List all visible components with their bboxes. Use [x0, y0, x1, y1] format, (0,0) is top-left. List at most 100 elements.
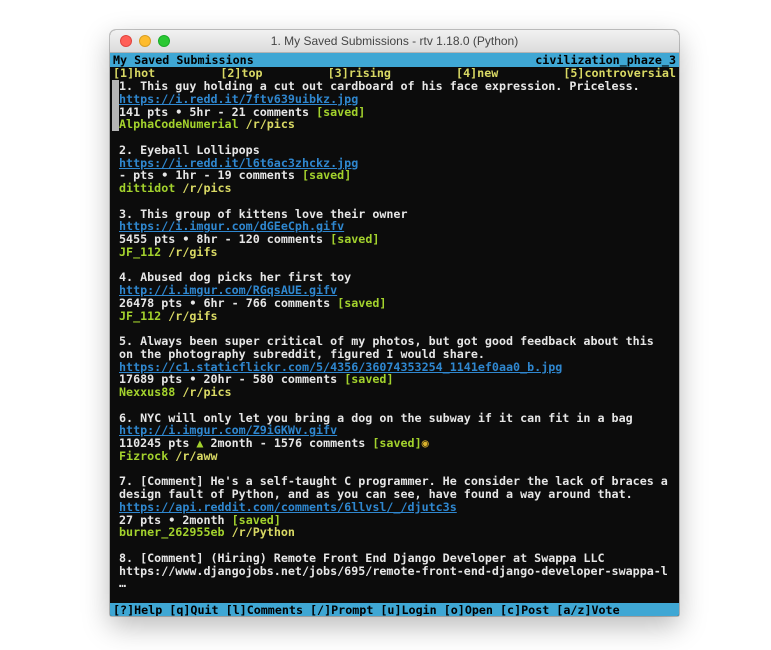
saved-badge: [saved]	[372, 437, 421, 450]
bullet-icon: •	[182, 233, 189, 246]
gutter	[112, 182, 119, 195]
post-title[interactable]: design fault of Python, and as you can s…	[119, 488, 633, 501]
post-subreddit[interactable]: /r/Python	[225, 526, 295, 539]
post-subreddit[interactable]: /r/aww	[168, 450, 217, 463]
gutter	[112, 373, 119, 386]
post-title-row: …	[112, 577, 679, 590]
post-title[interactable]: 1. This guy holding a cut out cardboard …	[119, 80, 640, 93]
gutter	[112, 424, 119, 437]
post-url-link[interactable]: https://i.redd.it/7ftv639uibkz.jpg	[119, 93, 358, 106]
gutter	[112, 220, 119, 233]
post-comments[interactable]: - 1576 comments	[253, 437, 366, 450]
post-url-row: https://i.redd.it/7ftv639uibkz.jpg	[112, 93, 679, 106]
page-title: My Saved Submissions	[113, 53, 254, 67]
post-author[interactable]: burner_262955eb	[119, 526, 225, 539]
post-comments[interactable]: - 766 comments	[225, 297, 331, 310]
gutter	[112, 246, 119, 259]
post-subreddit[interactable]: /r/pics	[175, 182, 231, 195]
post-author-row: burner_262955eb /r/Python	[112, 526, 679, 539]
post-url-link[interactable]: http://i.imgur.com/RGqsAUE.gifv	[119, 284, 337, 297]
post-stats-row: 26478 pts • 6hr - 766 comments [saved]	[112, 297, 679, 310]
post-points: 26478 pts	[119, 297, 189, 310]
gutter	[112, 361, 119, 374]
spacer	[323, 233, 330, 246]
post-title[interactable]: https://www.djangojobs.net/jobs/695/remo…	[119, 565, 668, 578]
saved-badge: [saved]	[330, 233, 379, 246]
post-title-row: 2. Eyeball Lollipops	[112, 144, 679, 157]
gutter	[112, 157, 119, 170]
selection-cursor	[112, 118, 119, 131]
terminal-window: 1. My Saved Submissions - rtv 1.18.0 (Py…	[110, 30, 679, 616]
selection-cursor	[112, 93, 119, 106]
post-title[interactable]: 5. Always been super critical of my phot…	[119, 335, 654, 348]
header-bar: My Saved Submissions civilization_phaze_…	[110, 53, 679, 67]
saved-badge: [saved]	[337, 297, 386, 310]
traffic-lights	[120, 30, 170, 52]
logged-in-username: civilization_phaze_3	[535, 53, 676, 67]
gutter	[112, 577, 119, 590]
saved-badge: [saved]	[302, 169, 351, 182]
post-url-link[interactable]: https://api.reddit.com/comments/6llvsl/_…	[119, 501, 457, 514]
post-author[interactable]: Fizrock	[119, 450, 168, 463]
gutter	[112, 144, 119, 157]
spacer	[309, 106, 316, 119]
post-age: 6hr	[196, 297, 224, 310]
status-bar: [?]Help [q]Quit [l]Comments [/]Prompt [u…	[110, 603, 679, 616]
gutter	[112, 271, 119, 284]
gutter	[112, 310, 119, 323]
gutter	[112, 297, 119, 310]
post-comments[interactable]: - 580 comments	[232, 373, 338, 386]
post-author[interactable]: AlphaCodeNumerial	[119, 118, 239, 131]
spacer	[295, 169, 302, 182]
post-title[interactable]: 2. Eyeball Lollipops	[119, 144, 260, 157]
post-author[interactable]: JF_112	[119, 310, 161, 323]
post-author-row: Nexxus88 /r/pics	[112, 386, 679, 399]
post-title[interactable]: 8. [Comment] (Hiring) Remote Front End D…	[119, 552, 605, 565]
post-subreddit[interactable]: /r/pics	[175, 386, 231, 399]
window-title: 1. My Saved Submissions - rtv 1.18.0 (Py…	[271, 34, 518, 48]
post-title-row: design fault of Python, and as you can s…	[112, 488, 679, 501]
post-title-row: 5. Always been super critical of my phot…	[112, 335, 679, 348]
post-subreddit[interactable]: /r/gifs	[161, 310, 217, 323]
post-item: 7. [Comment] He's a self-taught C progra…	[112, 475, 679, 539]
post-list: 1. This guy holding a cut out cardboard …	[110, 80, 679, 590]
post-url-row: https://api.reddit.com/comments/6llvsl/_…	[112, 501, 679, 514]
post-comments[interactable]: - 120 comments	[218, 233, 324, 246]
post-item: 8. [Comment] (Hiring) Remote Front End D…	[112, 552, 679, 590]
bullet-icon: •	[189, 297, 196, 310]
gutter	[112, 169, 119, 182]
post-author[interactable]: JF_112	[119, 246, 161, 259]
post-item: 4. Abused dog picks her first toyhttp://…	[112, 271, 679, 322]
post-author[interactable]: dittidot	[119, 182, 175, 195]
post-age: 8hr	[189, 233, 217, 246]
post-author-row: JF_112 /r/gifs	[112, 310, 679, 323]
post-item: 3. This group of kittens love their owne…	[112, 208, 679, 259]
post-author-row: dittidot /r/pics	[112, 182, 679, 195]
post-item: 5. Always been super critical of my phot…	[112, 335, 679, 399]
gutter	[112, 552, 119, 565]
desktop: 1. My Saved Submissions - rtv 1.18.0 (Py…	[0, 0, 771, 650]
selection-cursor	[112, 106, 119, 119]
post-title[interactable]: …	[119, 577, 126, 590]
post-author-row: JF_112 /r/gifs	[112, 246, 679, 259]
post-item: 6. NYC will only let you bring a dog on …	[112, 412, 679, 463]
titlebar[interactable]: 1. My Saved Submissions - rtv 1.18.0 (Py…	[110, 30, 679, 53]
minimize-button[interactable]	[139, 35, 151, 47]
terminal-screen: My Saved Submissions civilization_phaze_…	[110, 53, 679, 616]
gutter	[112, 526, 119, 539]
post-author[interactable]: Nexxus88	[119, 386, 175, 399]
post-item: 2. Eyeball Lollipopshttps://i.redd.it/l6…	[112, 144, 679, 195]
post-title[interactable]: on the photography subreddit, figured I …	[119, 348, 485, 361]
close-button[interactable]	[120, 35, 132, 47]
gutter	[112, 565, 119, 578]
gutter	[112, 412, 119, 425]
gutter	[112, 233, 119, 246]
post-subreddit[interactable]: /r/pics	[239, 118, 295, 131]
post-points: 5455 pts	[119, 233, 182, 246]
fullscreen-button[interactable]	[158, 35, 170, 47]
post-stats-row: 110245 pts ▲ 2month - 1576 comments [sav…	[112, 437, 679, 450]
post-title-row: https://www.djangojobs.net/jobs/695/remo…	[112, 565, 679, 578]
post-subreddit[interactable]: /r/gifs	[161, 246, 217, 259]
post-age: 2month	[203, 437, 252, 450]
gutter	[112, 475, 119, 488]
